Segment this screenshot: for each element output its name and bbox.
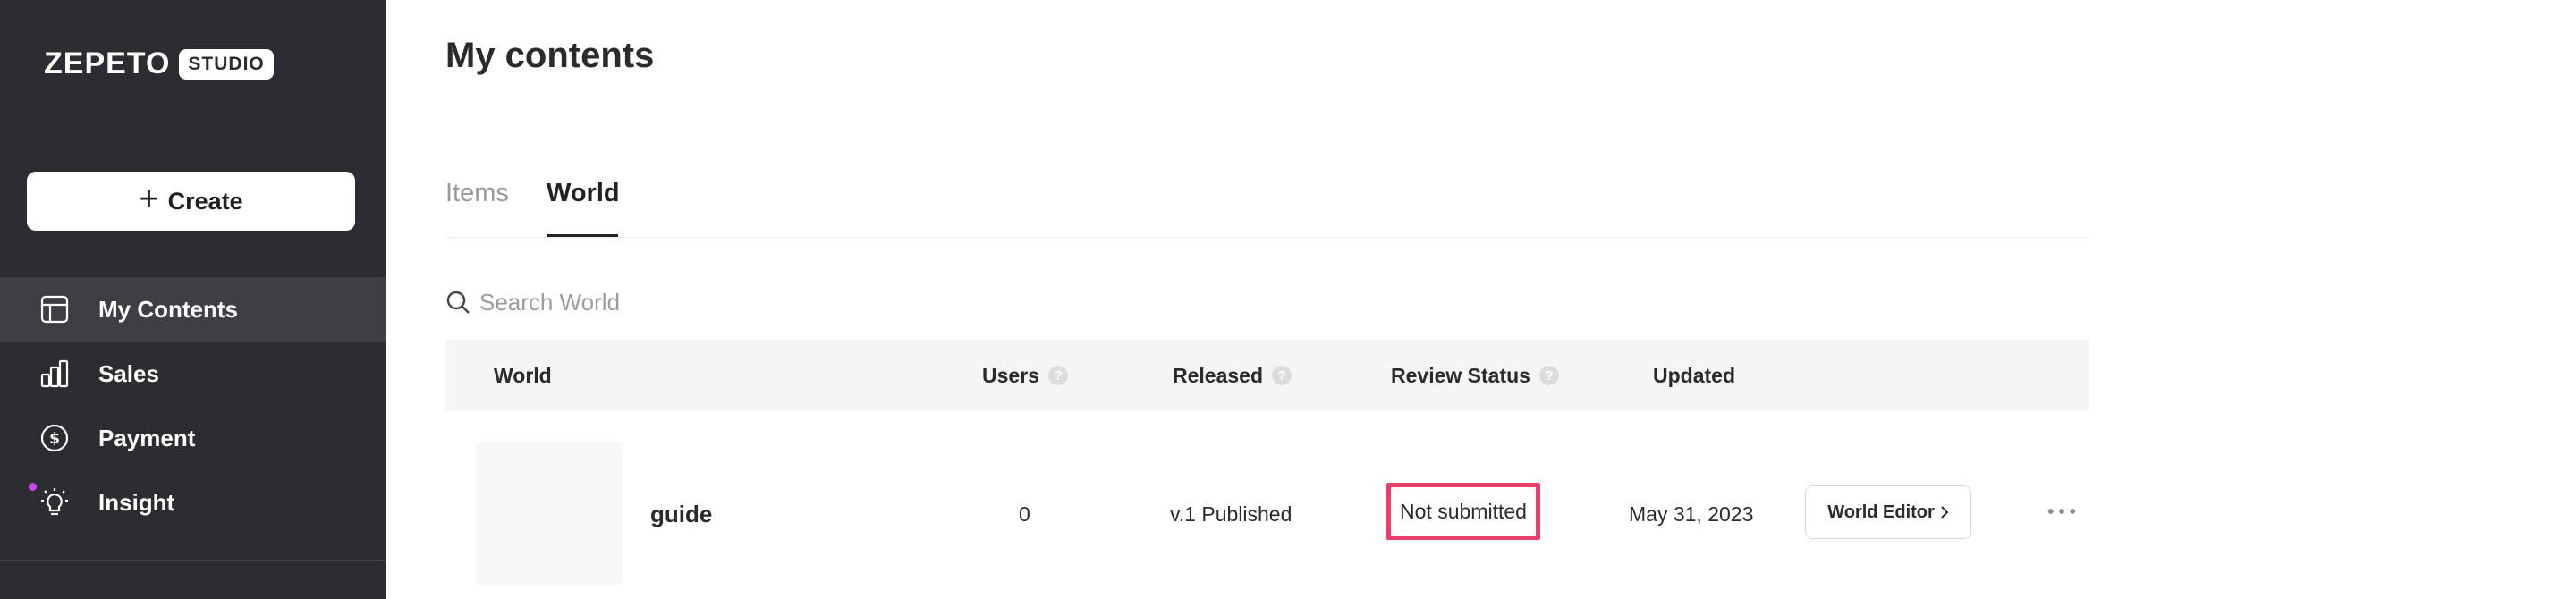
notification-dot [29, 483, 37, 491]
create-button-label: Create [167, 187, 243, 215]
help-icon[interactable]: ? [1272, 366, 1292, 385]
tab-world[interactable]: World [547, 179, 620, 238]
review-status-badge: Not submitted [1386, 483, 1540, 540]
column-header-label: World [494, 363, 552, 387]
column-header-label: Released [1173, 363, 1264, 387]
dollar-circle-icon: $ [40, 424, 69, 452]
review-status-label: Not submitted [1400, 499, 1527, 523]
column-header-review-status: Review Status ? [1391, 340, 1559, 411]
sidebar-item-label: Insight [98, 488, 175, 516]
sidebar: ZEPETO STUDIO + Create My Contents Sales… [0, 0, 386, 599]
logo-badge: STUDIO [179, 48, 274, 80]
chevron-right-icon [1941, 506, 1949, 519]
help-icon[interactable]: ? [1538, 366, 1559, 385]
world-editor-label: World Editor [1827, 502, 1935, 522]
logo-text: ZEPETO [44, 46, 171, 80]
page-title: My contents [445, 36, 655, 75]
column-header-label: Review Status [1391, 363, 1530, 387]
column-header-users: Users ? [982, 340, 1068, 411]
search-input[interactable] [478, 287, 928, 317]
updated-date: May 31, 2023 [1629, 502, 1754, 526]
sidebar-item-payment[interactable]: $ Payment [0, 406, 386, 470]
released-version: v.1 Published [1170, 502, 1292, 526]
tab-items[interactable]: Items [445, 179, 509, 238]
more-horizontal-icon [2047, 509, 2076, 514]
table-header: World Users ? Released ? Review Status ?… [445, 340, 2089, 411]
column-header-label: Updated [1653, 363, 1735, 387]
world-editor-button[interactable]: World Editor [1805, 485, 1971, 539]
world-thumbnail[interactable] [476, 442, 623, 585]
sidebar-item-label: My Contents [98, 295, 238, 323]
svg-text:$: $ [49, 430, 60, 448]
search-bar [445, 284, 982, 320]
table-row[interactable]: guide 0 v.1 Published Not submitted May … [445, 438, 2089, 590]
users-count: 0 [1019, 502, 1030, 526]
column-header-label: Users [982, 363, 1039, 387]
column-header-updated: Updated [1653, 340, 1735, 411]
create-button[interactable]: + Create [27, 172, 355, 231]
sidebar-divider [0, 560, 386, 561]
bar-chart-icon [40, 359, 69, 388]
world-name[interactable]: guide [650, 438, 712, 590]
lightbulb-icon [41, 488, 68, 516]
column-header-released: Released ? [1173, 340, 1292, 411]
tabs-divider [445, 237, 2089, 238]
sidebar-item-insight[interactable]: Insight [0, 470, 386, 535]
column-header-world: World [494, 340, 552, 411]
zepeto-studio-logo[interactable]: ZEPETO STUDIO [44, 46, 274, 81]
more-options-button[interactable] [2042, 494, 2081, 529]
search-icon [446, 291, 470, 314]
sidebar-item-label: Payment [98, 424, 196, 451]
sidebar-item-my-contents[interactable]: My Contents [0, 277, 386, 342]
layout-icon [40, 295, 69, 324]
help-icon[interactable]: ? [1047, 366, 1068, 385]
plus-icon: + [139, 181, 159, 218]
sidebar-item-sales[interactable]: Sales [0, 342, 386, 406]
sidebar-item-label: Sales [98, 359, 159, 387]
